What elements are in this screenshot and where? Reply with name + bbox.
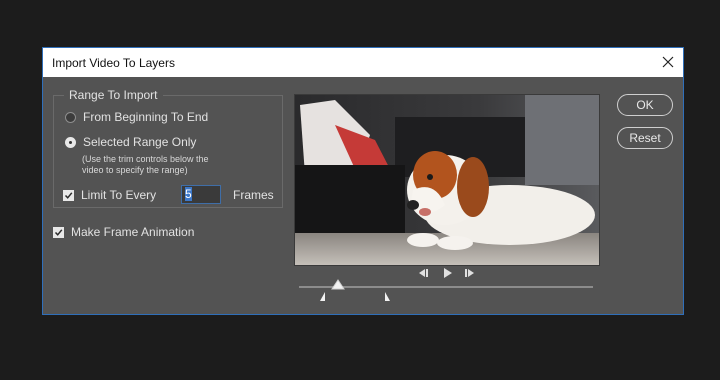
dialog-body: Range To Import From Beginning To End Se… bbox=[43, 77, 683, 314]
frames-label: Frames bbox=[233, 188, 274, 202]
option-from-beginning-label: From Beginning To End bbox=[83, 110, 209, 124]
range-hint-line-2: video to specify the range) bbox=[82, 165, 188, 175]
close-icon[interactable] bbox=[659, 53, 677, 71]
video-preview bbox=[294, 94, 600, 266]
trim-start-handle[interactable] bbox=[320, 292, 326, 301]
make-animation-label: Make Frame Animation bbox=[71, 225, 195, 239]
ok-button[interactable]: OK bbox=[617, 94, 673, 116]
trim-end-handle[interactable] bbox=[384, 292, 390, 301]
play-icon[interactable] bbox=[443, 268, 453, 278]
reset-button[interactable]: Reset bbox=[617, 127, 673, 149]
frame-interval-input[interactable]: 5 bbox=[181, 185, 221, 204]
playhead-marker[interactable] bbox=[331, 279, 345, 290]
import-video-dialog: Import Video To Layers Range To Import F… bbox=[42, 47, 684, 315]
range-hint-line-1: (Use the trim controls below the bbox=[82, 154, 209, 164]
option-selected-range[interactable]: Selected Range Only bbox=[65, 135, 196, 149]
option-from-beginning[interactable]: From Beginning To End bbox=[65, 110, 208, 124]
video-frame-image bbox=[295, 95, 599, 265]
dialog-title: Import Video To Layers bbox=[52, 56, 175, 70]
limit-checkbox[interactable] bbox=[63, 189, 74, 201]
radio-selected-range[interactable] bbox=[65, 136, 76, 148]
radio-from-beginning[interactable] bbox=[65, 111, 76, 123]
frames-label-row: Frames bbox=[233, 188, 274, 202]
limit-label: Limit To Every bbox=[81, 188, 157, 202]
make-animation-row[interactable]: Make Frame Animation bbox=[53, 225, 194, 239]
step-back-icon[interactable] bbox=[417, 268, 429, 278]
range-legend: Range To Import bbox=[69, 88, 158, 102]
make-animation-checkbox[interactable] bbox=[53, 226, 64, 238]
step-forward-icon[interactable] bbox=[464, 268, 476, 278]
option-selected-range-label: Selected Range Only bbox=[83, 135, 197, 149]
frame-interval-value: 5 bbox=[185, 187, 192, 201]
limit-to-every-row[interactable]: Limit To Every bbox=[63, 188, 156, 202]
title-bar: Import Video To Layers bbox=[43, 48, 683, 77]
